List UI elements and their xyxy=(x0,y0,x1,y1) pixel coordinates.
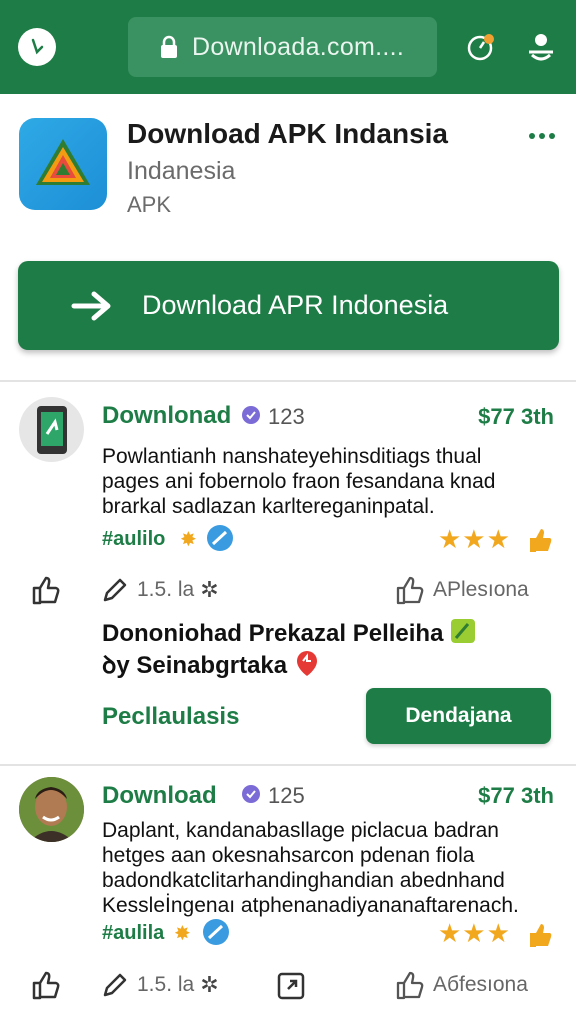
arrow-right-icon xyxy=(71,291,111,320)
card-description: Daplant, kandanabasllage piclacua badran… xyxy=(102,819,519,917)
thumbs-up-badge-icon xyxy=(530,529,552,552)
promo-text: Dononiohad Prekazal Pelleiha ꝺy Seinabgr… xyxy=(102,618,476,681)
telegram-icon xyxy=(207,525,233,551)
lock-icon xyxy=(161,35,177,58)
version-info[interactable]: 1.5. la ✲ xyxy=(101,971,219,999)
application-label: APlesıona xyxy=(433,578,529,601)
divider xyxy=(0,380,576,382)
price-label: $77 3th xyxy=(478,783,554,808)
browser-toolbar: Downloada.com.... xyxy=(0,0,576,94)
review-count: 123 xyxy=(268,404,305,429)
location-pin-icon xyxy=(296,651,317,676)
version-text: 1.5. la xyxy=(137,973,195,996)
application-label: Aбfesıona xyxy=(433,973,528,996)
address-bar[interactable]: Downloada.com.... xyxy=(128,17,437,77)
app-category: APK xyxy=(127,192,172,217)
share-button[interactable] xyxy=(276,969,308,1001)
url-text: Downloada.com.... xyxy=(192,32,405,61)
version-info[interactable]: 1.5. la ✲ xyxy=(101,576,219,604)
timer-badge-icon[interactable] xyxy=(463,28,499,66)
account-icon[interactable] xyxy=(523,28,559,66)
more-options-icon[interactable] xyxy=(525,124,559,148)
rating-stars: ★★★ xyxy=(438,524,511,554)
puzzle-icon: ✲ xyxy=(200,577,219,602)
promo-line-2: ꝺy Seinabgrtaka xyxy=(102,652,288,679)
verified-badge-icon xyxy=(242,785,260,803)
version-text: 1.5. la xyxy=(137,578,195,601)
thumbs-up-badge-icon xyxy=(530,924,552,947)
like-button[interactable] xyxy=(30,969,62,1001)
main-download-label: Download APR Indonesia xyxy=(142,290,449,320)
pencil-icon xyxy=(103,973,127,997)
app-subtitle: Indanesia xyxy=(127,157,236,185)
like-button[interactable] xyxy=(30,574,62,606)
verified-badge-icon xyxy=(242,406,260,424)
details-link[interactable]: Pecllaulasis xyxy=(102,703,239,731)
share-icon xyxy=(277,972,305,1000)
thumbs-up-outline-icon xyxy=(396,971,424,1000)
promo-line-1: Dononiohad Prekazal Pelleiha xyxy=(102,620,444,647)
seller-name[interactable]: Downlonad xyxy=(102,402,231,430)
seller-name[interactable]: Download xyxy=(102,782,217,810)
hashtag[interactable]: #aulilo xyxy=(102,528,165,551)
application-button[interactable]: APlesıona xyxy=(395,574,529,606)
hashtag[interactable]: #aulila xyxy=(102,922,164,945)
puzzle-icon: ✲ xyxy=(200,972,219,997)
app-icon xyxy=(19,118,107,210)
card-download-button[interactable]: Dendajana xyxy=(366,688,551,744)
pencil-icon xyxy=(103,578,127,602)
card-description: Powlantianh nanshateyehinsditiags thual … xyxy=(102,445,496,518)
telegram-icon xyxy=(203,919,229,945)
sparkle-icon: ✸ xyxy=(180,529,197,551)
sparkle-icon: ✸ xyxy=(174,923,191,945)
rating-stars: ★★★ xyxy=(438,918,511,948)
application-button[interactable]: Aбfesıona xyxy=(395,969,528,1001)
app-title: Download APK Indansia xyxy=(127,118,448,149)
phone-avatar xyxy=(19,397,84,462)
review-count: 125 xyxy=(268,783,305,808)
thumbs-up-icon xyxy=(32,971,60,1000)
edit-square-icon xyxy=(451,619,476,643)
price-label: $77 3th xyxy=(478,404,554,429)
main-download-button[interactable]: Download APR Indonesia xyxy=(18,261,559,350)
thumbs-up-outline-icon xyxy=(396,576,424,605)
avatar xyxy=(19,777,84,842)
clock-icon[interactable] xyxy=(18,28,56,66)
divider xyxy=(0,764,576,766)
thumbs-up-icon xyxy=(32,576,60,605)
